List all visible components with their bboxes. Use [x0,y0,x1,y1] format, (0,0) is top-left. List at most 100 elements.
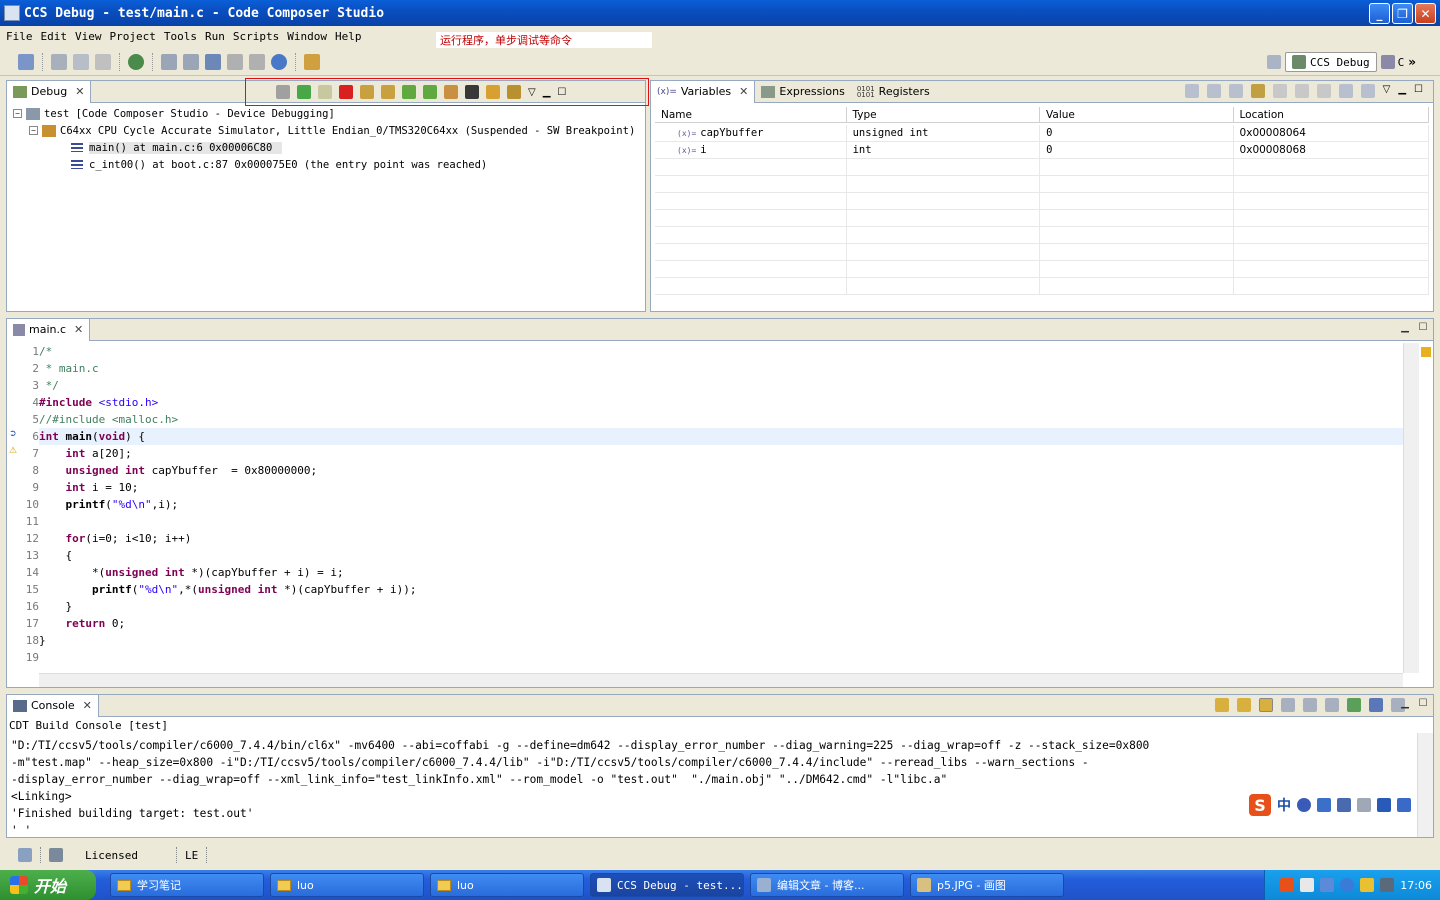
qq-tray-icon[interactable] [1360,878,1375,892]
remove-all-icon[interactable] [1316,84,1331,98]
help-tray-icon[interactable] [1300,878,1315,892]
table-row[interactable]: (x)= capYbuffer unsigned int 0 0x00008064 [655,125,1429,142]
taskbar-item[interactable]: 编辑文章 - 博客... [750,873,904,897]
clear-console-icon[interactable] [1325,698,1339,712]
maximize-view-icon[interactable]: ☐ [1417,323,1429,335]
keyboard-icon[interactable] [1337,798,1351,812]
console-vertical-scrollbar[interactable] [1417,733,1433,837]
suspend-icon[interactable] [318,85,332,99]
refresh-icon[interactable] [1250,84,1265,98]
tree-item-project[interactable]: − test [Code Composer Studio - Device De… [13,105,641,122]
ime-mode[interactable]: 中 [1277,795,1291,815]
var-value[interactable]: 0 [1040,125,1234,141]
view-menu-icon[interactable]: ▽ [1383,84,1391,98]
skin-icon[interactable] [1377,798,1391,812]
menu-window[interactable]: Window [283,30,331,43]
tab-variables[interactable]: (x)= Variables ✕ [651,80,756,103]
wrench-icon[interactable] [1397,798,1411,812]
remove-terminated-icon[interactable] [276,85,290,99]
tab-main-c[interactable]: main.c ✕ [7,318,91,341]
minimize-view-icon[interactable]: ▁ [543,87,551,98]
restart-icon[interactable] [486,85,500,99]
perspective-c[interactable]: C [1380,55,1404,69]
var-value[interactable]: 0 [1040,142,1234,158]
editor-vertical-scrollbar[interactable] [1403,343,1419,673]
overview-ruler[interactable] [1419,343,1433,673]
menu-run[interactable]: Run [201,30,229,43]
maximize-view-icon[interactable]: ☐ [1414,84,1423,98]
collapse-icon[interactable]: − [13,109,22,118]
more-perspectives[interactable]: » [1408,55,1416,69]
build-icon[interactable] [271,53,287,70]
load-program-icon[interactable] [205,53,221,70]
assembly-step-over-icon[interactable] [423,85,437,99]
network-tray-icon[interactable] [1320,878,1335,892]
menu-help[interactable]: Help [331,30,366,43]
column-value[interactable]: Value [1040,107,1234,122]
breakpoint-icon[interactable] [227,53,243,70]
save-icon[interactable] [51,53,67,70]
menu-tools[interactable]: Tools [160,30,201,43]
pin-console-icon[interactable] [1303,698,1317,712]
taskbar-item[interactable]: 学习笔记 [110,873,264,897]
reload-program-icon[interactable] [507,85,521,99]
step-return-icon[interactable] [402,85,416,99]
continuous-refresh-icon[interactable] [1272,84,1287,98]
new-icon[interactable] [18,53,34,70]
punctuation-icon[interactable] [1317,798,1331,812]
column-location[interactable]: Location [1234,107,1429,122]
perspective-ccs-debug[interactable]: CCS Debug [1285,52,1377,72]
add-global-icon[interactable] [1206,84,1221,98]
overview-marker-icon[interactable] [1421,347,1431,357]
view-menu-icon[interactable]: ▽ [528,87,536,98]
editor-horizontal-scrollbar[interactable] [39,673,1403,687]
tree-item-frame-cint00[interactable]: c_int00() at boot.c:87 0x000075E0 (the e… [13,156,641,173]
menu-scripts[interactable]: Scripts [229,30,283,43]
step-into-icon[interactable] [360,85,374,99]
resume-icon[interactable] [297,85,311,99]
connect-icon[interactable] [161,53,177,70]
minimize-view-icon[interactable]: ▁ [1398,84,1406,98]
reset-cpu-icon[interactable] [465,85,479,99]
disconnect-icon[interactable] [183,53,199,70]
table-row[interactable]: (x)= i int 0 0x00008068 [655,142,1429,159]
restore-button[interactable]: ❐ [1392,3,1413,24]
taskbar-item[interactable]: luo [430,873,584,897]
display-selected-console-icon[interactable] [1347,698,1361,712]
column-name[interactable]: Name [655,107,847,122]
minimize-button[interactable]: _ [1369,3,1390,24]
terminate-icon[interactable] [339,85,353,99]
scroll-down-icon[interactable] [1215,698,1229,712]
close-icon[interactable]: ✕ [83,699,92,712]
scroll-up-icon[interactable] [1237,698,1251,712]
tab-console[interactable]: Console ✕ [7,694,99,717]
layout-icon[interactable] [1228,84,1243,98]
console-output[interactable]: "D:/TI/ccsv5/tools/compiler/c6000_7.4.4/… [11,737,1413,839]
remove-icon[interactable] [1294,84,1309,98]
open-console-icon[interactable] [1369,698,1383,712]
maximize-view-icon[interactable]: ☐ [557,87,566,98]
code-area[interactable]: /* * main.c */ #include <stdio.h> //#inc… [39,343,1403,666]
monitor-tray-icon[interactable] [1380,878,1395,892]
assembly-step-into-icon[interactable] [444,85,458,99]
tree-item-simulator[interactable]: − C64xx CPU Cycle Accurate Simulator, Li… [13,122,641,139]
show-console-icon[interactable] [1281,698,1295,712]
user-icon[interactable] [1357,798,1371,812]
collapse-all-icon[interactable] [1184,84,1199,98]
tools-icon[interactable] [304,53,320,70]
tab-registers[interactable]: 0101 0101 Registers [851,81,936,103]
tab-debug[interactable]: Debug ✕ [7,80,92,103]
menu-project[interactable]: Project [106,30,160,43]
taskbar-item-active[interactable]: CCS Debug - test... [590,873,744,897]
maximize-view-icon[interactable]: ☐ [1417,699,1429,711]
ime-logo-icon[interactable]: S [1249,794,1271,816]
close-icon[interactable]: ✕ [75,85,84,98]
minimize-view-icon[interactable]: ▁ [1399,699,1411,711]
debug-gear-icon[interactable] [128,53,144,70]
close-button[interactable]: ✕ [1415,3,1436,24]
menu-file[interactable]: File [2,30,37,43]
close-icon[interactable]: ✕ [739,85,748,98]
column-type[interactable]: Type [847,107,1041,122]
taskbar-item[interactable]: p5.JPG - 画图 [910,873,1064,897]
sogou-tray-icon[interactable] [1280,878,1295,892]
